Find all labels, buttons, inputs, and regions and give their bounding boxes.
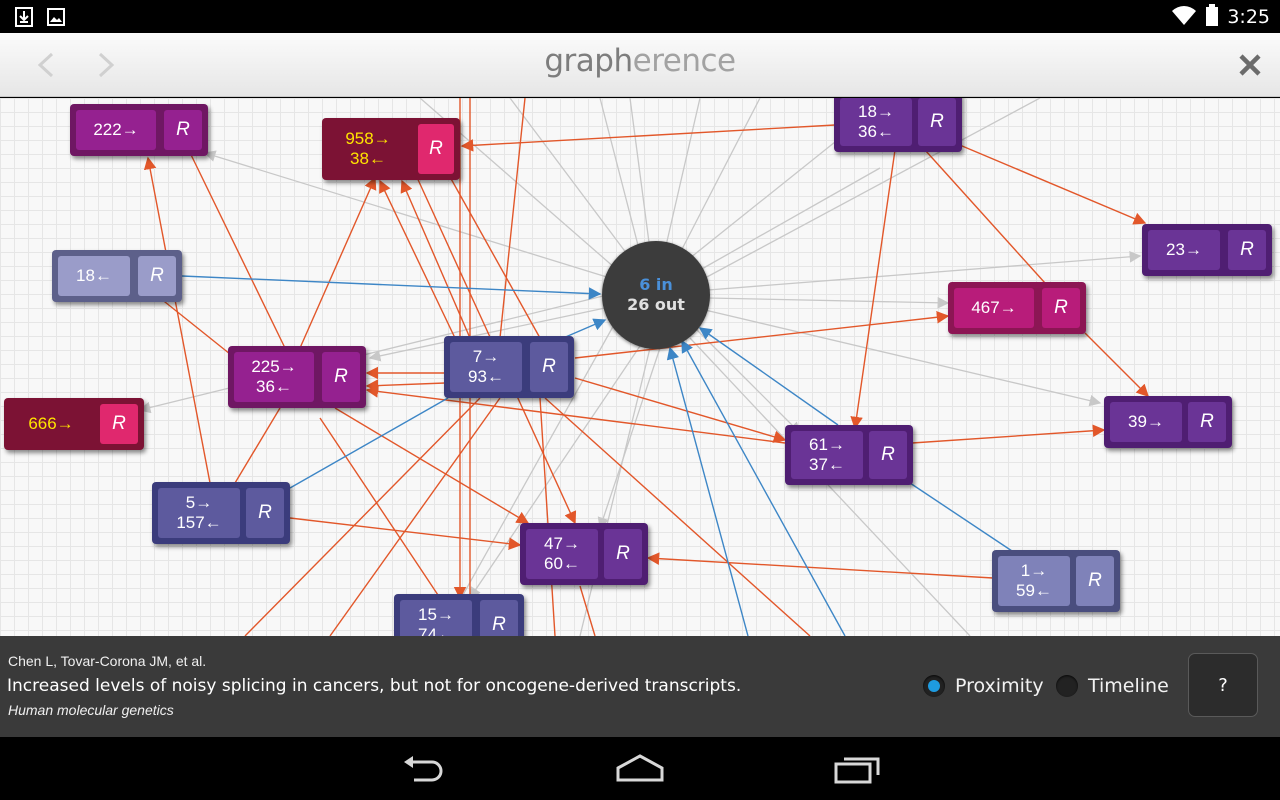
- in-count-label: 6 in: [639, 275, 673, 294]
- node-counts: 18←: [58, 256, 130, 296]
- selected-paper-node[interactable]: 6 in 26 out: [602, 241, 710, 349]
- paper-authors: Chen L, Tovar-Corona JM, et al.: [8, 653, 207, 669]
- node-counts: 15→ 74←: [400, 600, 472, 636]
- image-icon: [46, 7, 66, 31]
- timeline-label: Timeline: [1088, 675, 1169, 697]
- help-button[interactable]: ?: [1188, 653, 1258, 717]
- close-icon[interactable]: [1236, 51, 1264, 79]
- clock: 3:25: [1227, 6, 1270, 28]
- read-button[interactable]: R: [418, 124, 454, 174]
- node-in-count: 74←: [418, 625, 454, 636]
- node-in-count: 157←: [176, 513, 222, 532]
- status-bar: 3:25: [0, 0, 1280, 33]
- read-button[interactable]: R: [1228, 230, 1266, 270]
- read-button[interactable]: R: [1042, 288, 1080, 328]
- paper-title[interactable]: Increased levels of noisy splicing in ca…: [7, 676, 741, 696]
- paper-node-18[interactable]: 18← R: [52, 250, 182, 302]
- node-counts: 225→ 36←: [234, 352, 314, 402]
- node-out-count: 7→: [472, 347, 500, 366]
- read-button[interactable]: R: [604, 529, 642, 579]
- node-counts: 666→: [10, 404, 92, 444]
- read-button[interactable]: R: [322, 352, 360, 402]
- node-counts: 39→: [1110, 402, 1182, 442]
- node-out-count: 23→: [1166, 240, 1202, 259]
- read-button[interactable]: R: [480, 600, 518, 636]
- node-counts: 18→ 36←: [840, 98, 912, 146]
- paper-node-18-36[interactable]: 18→ 36← R: [834, 98, 962, 152]
- paper-node-7[interactable]: 7→ 93← R: [444, 336, 574, 398]
- timeline-radio[interactable]: Timeline: [1056, 675, 1169, 697]
- read-button[interactable]: R: [869, 431, 907, 479]
- node-counts: 23→: [1148, 230, 1220, 270]
- node-out-count: 61→: [809, 435, 845, 454]
- node-out-count: 958→: [345, 129, 391, 148]
- paper-node-47[interactable]: 47→ 60← R: [520, 523, 648, 585]
- paper-node-61[interactable]: 61→ 37← R: [785, 425, 913, 485]
- paper-journal: Human molecular genetics: [8, 702, 174, 718]
- node-out-count: 18→: [858, 102, 894, 121]
- node-in-count: 37←: [809, 455, 845, 474]
- paper-info-bar: Chen L, Tovar-Corona JM, et al. Increase…: [0, 636, 1280, 737]
- system-nav-bar: [0, 737, 1280, 800]
- paper-node-1[interactable]: 1→ 59← R: [992, 550, 1120, 612]
- download-icon: [14, 7, 34, 31]
- proximity-radio[interactable]: Proximity: [923, 675, 1044, 697]
- node-out-count: 5→: [185, 493, 213, 512]
- node-out-count: 467→: [971, 298, 1017, 317]
- radio-selected-icon: [923, 675, 945, 697]
- paper-node-225[interactable]: 225→ 36← R: [228, 346, 366, 408]
- home-icon[interactable]: [616, 754, 664, 784]
- radio-unselected-icon: [1056, 675, 1078, 697]
- node-in-count: 38←: [350, 149, 386, 168]
- paper-node-39[interactable]: 39→ R: [1104, 396, 1232, 448]
- citation-graph[interactable]: 222→ R 958→ 38← R 18→ 36← R 23→ R 18← R 46…: [0, 98, 1280, 636]
- paper-node-222[interactable]: 222→ R: [70, 104, 208, 156]
- proximity-label: Proximity: [955, 675, 1044, 697]
- out-count-label: 26 out: [627, 295, 685, 314]
- wifi-icon: [1171, 4, 1197, 30]
- node-counts: 7→ 93←: [450, 342, 522, 392]
- node-in-count: 93←: [468, 367, 504, 386]
- node-counts: 222→: [76, 110, 156, 150]
- battery-icon: [1205, 4, 1219, 30]
- node-out-count: 225→: [251, 357, 297, 376]
- node-counts: 5→ 157←: [158, 488, 240, 538]
- node-in-count: 59←: [1016, 581, 1052, 600]
- node-counts: 958→ 38←: [328, 124, 408, 174]
- app-logo: grapherence: [0, 43, 1280, 79]
- node-in-count: 36←: [256, 377, 292, 396]
- node-counts: 1→ 59←: [998, 556, 1070, 606]
- node-out-count: 39→: [1128, 412, 1164, 431]
- node-in-count: 36←: [858, 122, 894, 141]
- logo-part-graph: graph: [544, 43, 633, 79]
- node-counts: 467→: [954, 288, 1034, 328]
- read-button[interactable]: R: [918, 98, 956, 146]
- paper-node-958[interactable]: 958→ 38← R: [322, 118, 460, 180]
- read-button[interactable]: R: [246, 488, 284, 538]
- app-bar: grapherence: [0, 33, 1280, 97]
- node-out-count: 666→: [28, 414, 74, 433]
- paper-node-467[interactable]: 467→ R: [948, 282, 1086, 334]
- paper-node-666[interactable]: 666→ R: [4, 398, 144, 450]
- node-out-count: 222→: [93, 120, 139, 139]
- logo-part-erence: erence: [632, 43, 736, 79]
- read-button[interactable]: R: [530, 342, 568, 392]
- read-button[interactable]: R: [164, 110, 202, 150]
- read-button[interactable]: R: [1076, 556, 1114, 606]
- read-button[interactable]: R: [1188, 402, 1226, 442]
- node-in-count: 60←: [544, 554, 580, 573]
- recent-apps-icon[interactable]: [834, 754, 882, 784]
- node-out-count: 1→: [1020, 561, 1048, 580]
- node-in-count: 18←: [76, 266, 112, 285]
- node-out-count: 15→: [418, 605, 454, 624]
- read-button[interactable]: R: [138, 256, 176, 296]
- node-counts: 47→ 60←: [526, 529, 598, 579]
- paper-node-15[interactable]: 15→ 74← R: [394, 594, 524, 636]
- read-button[interactable]: R: [100, 404, 138, 444]
- paper-node-23[interactable]: 23→ R: [1142, 224, 1272, 276]
- node-counts: 61→ 37←: [791, 431, 863, 479]
- node-out-count: 47→: [544, 534, 580, 553]
- back-icon[interactable]: [400, 754, 448, 784]
- paper-node-5[interactable]: 5→ 157← R: [152, 482, 290, 544]
